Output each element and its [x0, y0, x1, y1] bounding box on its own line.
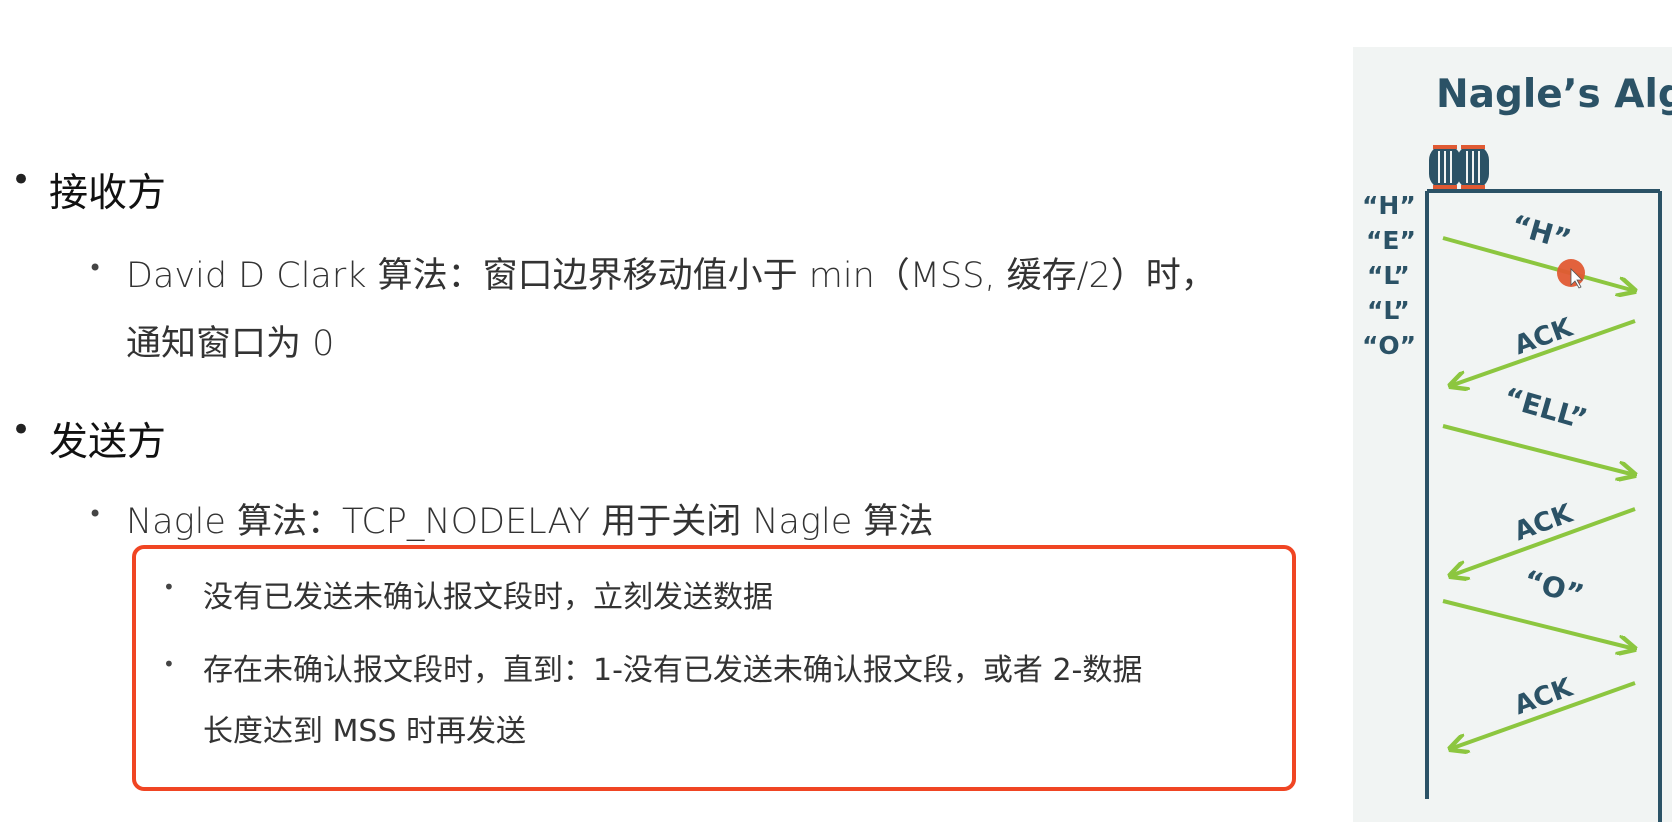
bullet-dot: • [163, 575, 175, 599]
nagle-rule-2: 存在未确认报文段时，直到：1-没有已发送未确认报文段，或者 2-数据 [203, 653, 1143, 688]
nagle-algorithm-text: Nagle 算法：TCP_NODELAY 用于关闭 Nagle 算法 [126, 502, 934, 542]
bullet-dot: • [11, 410, 32, 450]
packet-label: “O” [1520, 563, 1587, 611]
bullet-dot: • [11, 160, 32, 200]
packet-label: “ELL” [1500, 381, 1591, 436]
diagram-title: Nagle’s Alg [1436, 72, 1672, 117]
sender-heading: 发送方 [49, 420, 167, 465]
packet-label: “H” [1508, 208, 1575, 256]
bullet-dot: • [88, 500, 103, 528]
bullet-dot: • [163, 652, 175, 676]
bullet-dot: • [88, 254, 103, 282]
queue-char: “O” [1362, 331, 1416, 360]
queue-char: “L” [1367, 261, 1410, 290]
queue-char: “E” [1366, 226, 1416, 255]
queue-char: “H” [1362, 191, 1416, 220]
queue-char: “L” [1367, 296, 1410, 325]
nagle-rule-1: 没有已发送未确认报文段时，立刻发送数据 [203, 580, 773, 615]
nagle-rule-2-cont: 长度达到 MSS 时再发送 [203, 714, 527, 749]
data-arrow [1442, 424, 1635, 475]
receiver-heading: 接收方 [49, 171, 167, 216]
barrel-icon [1429, 145, 1489, 189]
nagle-diagram-panel: Nagle’s Alg “H” “E” “L” “L” “O” “H” ACK … [1353, 47, 1672, 822]
clark-algorithm-text: David D Clark 算法：窗口边界移动值小于 min（MSS, 缓存/2… [126, 256, 1216, 296]
data-arrow [1442, 599, 1635, 649]
nagle-diagram: Nagle’s Alg “H” “E” “L” “L” “O” “H” ACK … [1362, 72, 1672, 822]
clark-algorithm-text-cont: 通知窗口为 0 [126, 324, 335, 364]
